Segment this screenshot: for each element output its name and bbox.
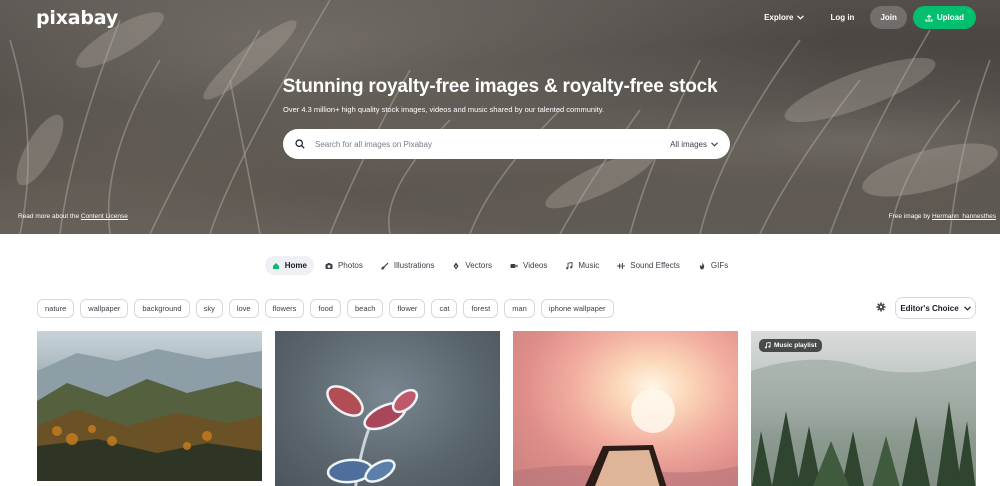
sort-dropdown[interactable]: Editor's Choice: [895, 297, 976, 319]
join-button[interactable]: Join: [870, 6, 907, 29]
content-license-link[interactable]: Content License: [81, 213, 128, 220]
hero-subtitle: Over 4.3 million+ high quality stock ima…: [283, 105, 605, 114]
mountain-landscape-image: [37, 349, 262, 481]
popular-tags: nature wallpaper background sky love flo…: [37, 299, 614, 318]
gallery-image-forest[interactable]: Music playlist: [751, 331, 976, 486]
gallery-image-sunset-phone[interactable]: [513, 331, 738, 486]
hero-overlay: [0, 0, 1000, 234]
image-credit: Free image by Hermann_hannesthes: [889, 213, 996, 220]
search-icon[interactable]: [295, 139, 305, 149]
tab-label: Sound Effects: [630, 261, 680, 270]
gallery-image-mountains[interactable]: [37, 331, 262, 481]
upload-label: Upload: [936, 13, 964, 22]
sort-label: Editor's Choice: [900, 303, 959, 313]
tab-label: Vectors: [465, 261, 493, 270]
sunset-phone-image: [513, 389, 738, 486]
chevron-down-icon: [797, 15, 805, 20]
tag-chip[interactable]: flowers: [264, 299, 305, 318]
tag-chip[interactable]: background: [134, 299, 190, 318]
upload-icon: [925, 14, 933, 21]
camera-icon: [325, 262, 333, 269]
tab-videos[interactable]: Videos: [503, 256, 554, 275]
tag-chip[interactable]: food: [310, 299, 341, 318]
tab-home[interactable]: Home: [264, 256, 314, 275]
chevron-down-icon: [711, 141, 718, 147]
tab-label: Videos: [523, 261, 548, 270]
content-license-note: Read more about the Content License: [18, 213, 128, 220]
video-icon: [510, 263, 518, 268]
music-playlist-badge: Music playlist: [759, 339, 822, 352]
frosted-leaves-image: [326, 385, 419, 486]
hero-title: Stunning royalty-free images & royalty-f…: [282, 76, 718, 97]
tab-label: Illustrations: [393, 261, 435, 270]
tag-chip[interactable]: flower: [389, 299, 426, 318]
tab-label: Home: [284, 261, 307, 270]
search-filter-dropdown[interactable]: All images: [670, 140, 718, 149]
login-link[interactable]: Log in: [820, 6, 864, 29]
tab-label: Photos: [337, 261, 363, 270]
gallery-image-frosted-leaves[interactable]: [275, 331, 500, 486]
tab-music[interactable]: Music: [558, 256, 606, 275]
waveform-icon: [617, 262, 625, 269]
pixabay-logo[interactable]: pixabay: [36, 7, 118, 29]
home-icon: [272, 262, 279, 269]
music-note-icon: [566, 261, 573, 269]
tab-illustrations[interactable]: Illustrations: [374, 256, 441, 275]
tab-photos[interactable]: Photos: [318, 256, 370, 275]
author-link[interactable]: Hermann_hannesthes: [932, 213, 996, 220]
tag-chip[interactable]: cat: [431, 299, 458, 318]
gear-icon[interactable]: [876, 302, 886, 312]
misty-forest-image: [751, 359, 976, 486]
flame-icon: [699, 262, 705, 269]
music-note-icon: [764, 342, 771, 349]
hero-banner: pixabay Explore Log in Join Upload Stunn…: [0, 0, 1000, 234]
tag-chip[interactable]: nature: [37, 299, 75, 318]
tag-chip[interactable]: iphone wallpaper: [540, 299, 614, 318]
badge-label: Music playlist: [774, 342, 817, 349]
tab-gifs[interactable]: GIFs: [691, 256, 735, 275]
license-prefix: Read more about the: [18, 213, 81, 220]
credit-prefix: Free image by: [888, 213, 933, 220]
upload-button[interactable]: Upload: [912, 6, 976, 29]
tab-label: GIFs: [710, 261, 729, 270]
tab-vectors[interactable]: Vectors: [445, 256, 499, 275]
top-nav: Explore Log in Join Upload: [754, 6, 976, 29]
tag-chip[interactable]: man: [504, 299, 535, 318]
tag-chip[interactable]: love: [228, 299, 259, 318]
chevron-down-icon: [963, 305, 971, 311]
brush-icon: [381, 262, 389, 270]
tag-chip[interactable]: wallpaper: [80, 299, 129, 318]
search-input[interactable]: [315, 139, 671, 149]
tab-sound-effects[interactable]: Sound Effects: [610, 256, 687, 275]
search-bar: All images: [283, 129, 730, 159]
search-filter-label: All images: [670, 139, 707, 149]
explore-label: Explore: [764, 13, 794, 22]
media-type-tabs: Home Photos Illustrations Vectors Videos…: [0, 256, 1000, 275]
tag-chip[interactable]: forest: [463, 299, 499, 318]
tag-chip[interactable]: beach: [346, 299, 384, 318]
tag-chip[interactable]: sky: [195, 299, 223, 318]
tab-label: Music: [578, 261, 600, 270]
explore-menu-button[interactable]: Explore: [754, 6, 814, 29]
pen-nib-icon: [453, 262, 459, 269]
